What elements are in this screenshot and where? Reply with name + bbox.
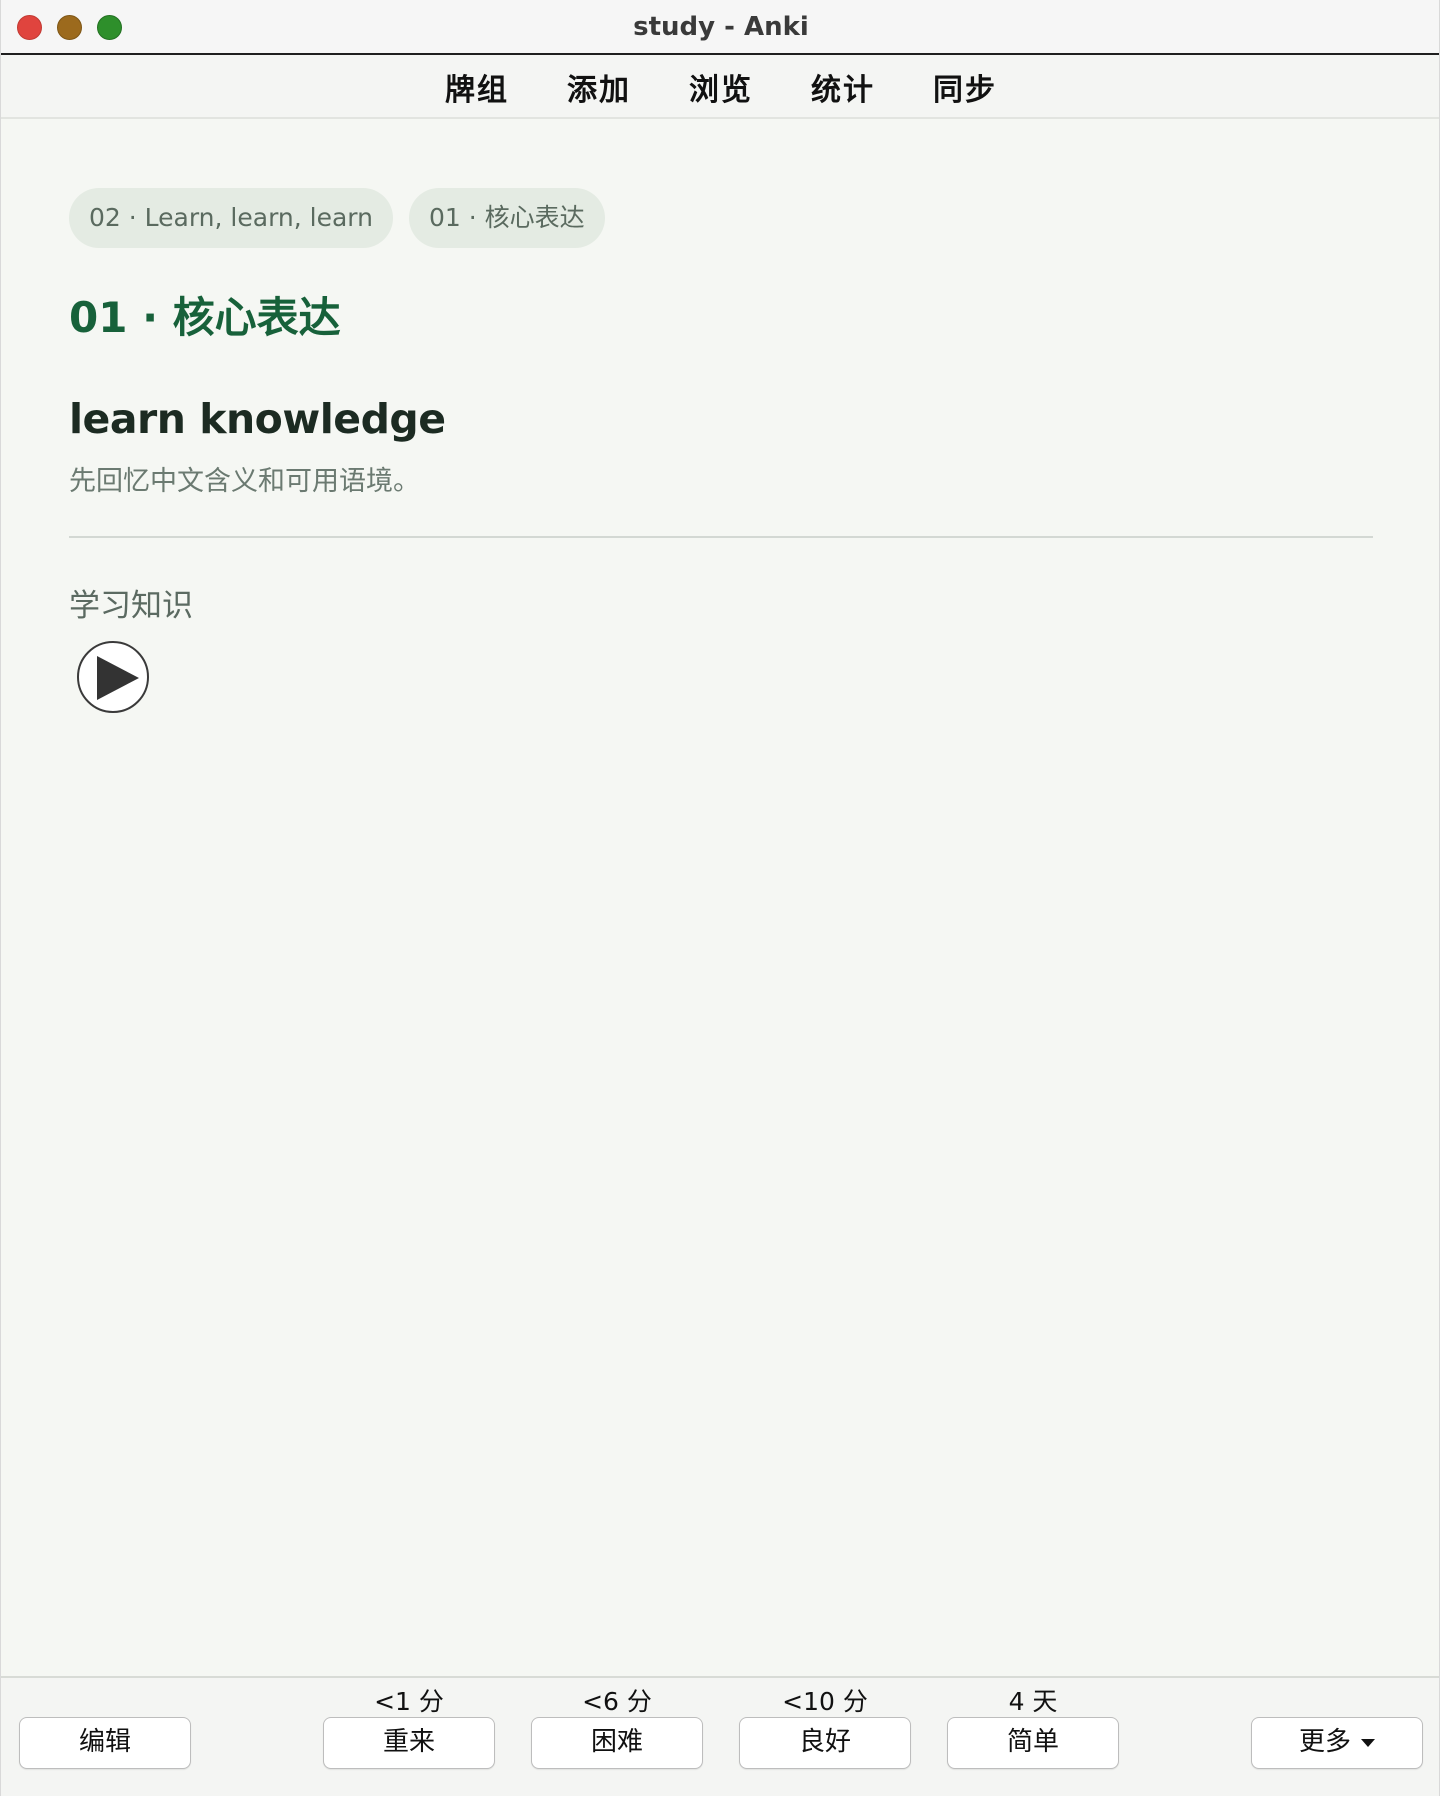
due-good: <10 分 (782, 1687, 868, 1716)
due-easy: 4 天 (1008, 1687, 1058, 1716)
breadcrumb-chip-parent: 02 · Learn, learn, learn (69, 188, 393, 248)
breadcrumb: 02 · Learn, learn, learn 01 · 核心表达 (69, 188, 1371, 248)
due-again: <1 分 (374, 1687, 444, 1716)
audio-play-button[interactable] (77, 641, 149, 713)
toolbar-add[interactable]: 添加 (567, 65, 631, 109)
edit-button[interactable]: 编辑 (19, 1717, 191, 1769)
toolbar-sync[interactable]: 同步 (933, 65, 997, 109)
more-button-label: 更多 (1298, 1727, 1351, 1757)
good-button[interactable]: 良好 (739, 1717, 911, 1769)
again-button[interactable]: 重来 (323, 1717, 495, 1769)
hard-button[interactable]: 困难 (531, 1717, 703, 1769)
answer-divider (69, 536, 1373, 538)
due-hard: <6 分 (582, 1687, 652, 1716)
card-answer: 学习知识 (69, 588, 193, 624)
title-bar: study - Anki (1, 0, 1439, 55)
window-title: study - Anki (633, 12, 809, 42)
toolbar-stats[interactable]: 统计 (811, 65, 875, 109)
caret-down-icon (1361, 1738, 1375, 1747)
card-hint: 先回忆中文含义和可用语境。 (69, 466, 420, 497)
card-content: 02 · Learn, learn, learn 01 · 核心表达 01 · … (69, 188, 1373, 713)
main-toolbar: 牌组 添加 浏览 统计 同步 (1, 55, 1439, 119)
toolbar-decks[interactable]: 牌组 (445, 65, 509, 109)
easy-button[interactable]: 简单 (947, 1717, 1119, 1769)
anki-window: study - Anki 牌组 添加 浏览 统计 同步 02 · Learn, … (0, 0, 1440, 1796)
deck-title: 01 · 核心表达 (69, 293, 341, 342)
more-button[interactable]: 更多 (1251, 1717, 1423, 1769)
answer-bar: 编辑 <1 分 重来 <6 分 困难 <10 分 良好 4 天 简单 更多 (1, 1676, 1439, 1796)
toolbar-browse[interactable]: 浏览 (689, 65, 753, 109)
play-icon (97, 656, 139, 700)
breadcrumb-chip-current: 01 · 核心表达 (408, 188, 605, 248)
card-front-word: learn knowledge (69, 395, 446, 443)
